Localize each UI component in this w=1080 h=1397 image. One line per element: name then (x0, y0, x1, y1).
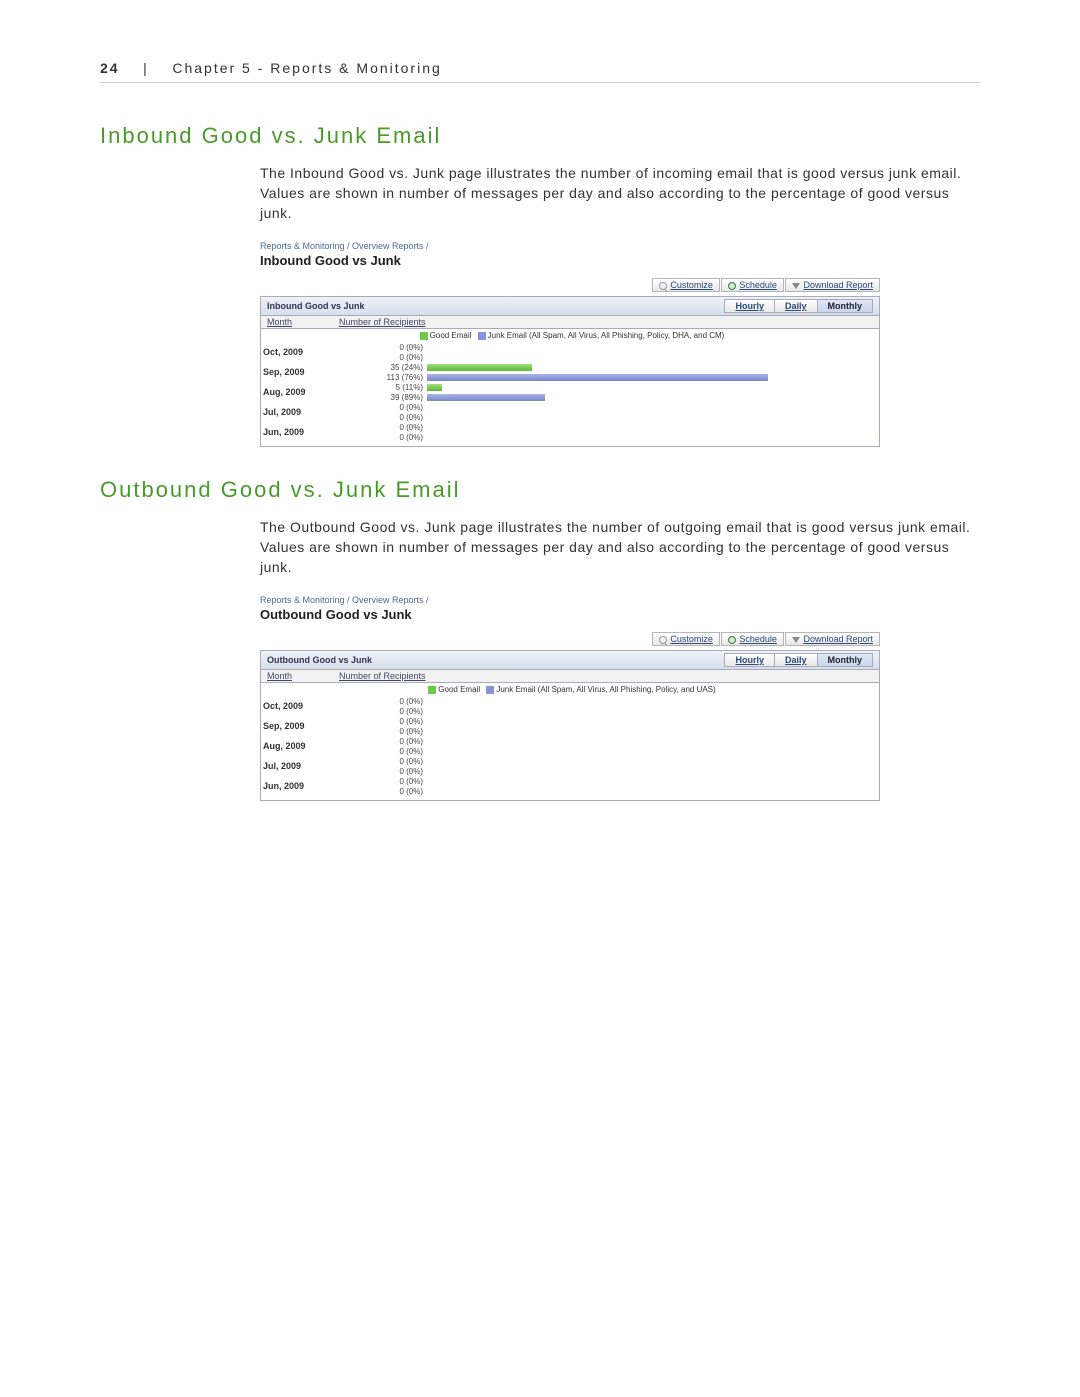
customize-button[interactable]: Customize (652, 632, 720, 646)
page-number: 24 (100, 60, 120, 76)
month-label: Jun, 2009 (261, 781, 333, 791)
good-value: 5 (11%) (333, 383, 427, 392)
legend-good-swatch (428, 686, 436, 694)
outbound-heading: Outbound Good vs. Junk Email (100, 477, 980, 503)
panel-title: Inbound Good vs Junk (267, 301, 365, 311)
customize-label: Customize (670, 280, 713, 290)
clock-icon (728, 636, 736, 644)
col-num[interactable]: Number of Recipients (337, 316, 879, 328)
legend-good-label: Good Email (438, 685, 480, 694)
junk-value: 0 (0%) (333, 747, 427, 756)
chapter-title: Chapter 5 - Reports & Monitoring (172, 60, 441, 76)
chart-legend: Good Email Junk Email (All Spam, All Vir… (260, 329, 880, 342)
month-label: Jul, 2009 (261, 761, 333, 771)
junk-value: 0 (0%) (333, 767, 427, 776)
junk-value: 0 (0%) (333, 413, 427, 422)
good-value: 0 (0%) (333, 423, 427, 432)
legend-junk-swatch (478, 332, 486, 340)
tab-daily[interactable]: Daily (774, 299, 818, 313)
good-value: 0 (0%) (333, 717, 427, 726)
junk-value: 0 (0%) (333, 787, 427, 796)
outbound-report: Reports & Monitoring / Overview Reports … (260, 595, 880, 801)
outbound-report-title: Outbound Good vs Junk (260, 607, 880, 622)
schedule-button[interactable]: Schedule (721, 632, 784, 646)
table-row: Aug, 20090 (0%)0 (0%) (261, 736, 879, 756)
breadcrumb[interactable]: Reports & Monitoring / Overview Reports … (260, 241, 880, 251)
month-label: Sep, 2009 (261, 721, 333, 731)
inbound-report-title: Inbound Good vs Junk (260, 253, 880, 268)
month-label: Jul, 2009 (261, 407, 333, 417)
table-row: Jul, 20090 (0%)0 (0%) (261, 756, 879, 776)
inbound-paragraph: The Inbound Good vs. Junk page illustrat… (260, 163, 980, 223)
tab-daily[interactable]: Daily (774, 653, 818, 667)
junk-value: 0 (0%) (333, 727, 427, 736)
month-label: Jun, 2009 (261, 427, 333, 437)
schedule-label: Schedule (739, 280, 777, 290)
legend-good-label: Good Email (430, 331, 472, 340)
chart-legend: Good Email Junk Email (All Spam, All Vir… (260, 683, 880, 696)
col-month[interactable]: Month (261, 316, 337, 328)
download-label: Download Report (803, 280, 873, 290)
month-label: Aug, 2009 (261, 741, 333, 751)
col-month[interactable]: Month (261, 670, 337, 682)
customize-label: Customize (670, 634, 713, 644)
table-row: Sep, 20090 (0%)0 (0%) (261, 716, 879, 736)
panel-title: Outbound Good vs Junk (267, 655, 372, 665)
table-row: Oct, 20090 (0%)0 (0%) (261, 696, 879, 716)
magnify-icon (659, 636, 667, 644)
table-row: Aug, 20095 (11%)39 (89%) (261, 382, 879, 402)
tab-hourly[interactable]: Hourly (724, 653, 775, 667)
inbound-chart: Oct, 20090 (0%)0 (0%)Sep, 200935 (24%)11… (260, 342, 880, 447)
tab-monthly[interactable]: Monthly (817, 299, 874, 313)
junk-value: 0 (0%) (333, 707, 427, 716)
month-label: Aug, 2009 (261, 387, 333, 397)
table-row: Sep, 200935 (24%)113 (76%) (261, 362, 879, 382)
good-value: 35 (24%) (333, 363, 427, 372)
junk-value: 0 (0%) (333, 433, 427, 442)
table-row: Jun, 20090 (0%)0 (0%) (261, 422, 879, 442)
download-icon (792, 283, 800, 289)
good-value: 0 (0%) (333, 403, 427, 412)
good-value: 0 (0%) (333, 343, 427, 352)
month-label: Oct, 2009 (261, 347, 333, 357)
download-button[interactable]: Download Report (785, 632, 880, 646)
page-header: 24 | Chapter 5 - Reports & Monitoring (100, 60, 980, 83)
magnify-icon (659, 282, 667, 290)
download-icon (792, 637, 800, 643)
legend-junk-swatch (486, 686, 494, 694)
legend-good-swatch (420, 332, 428, 340)
download-label: Download Report (803, 634, 873, 644)
junk-value: 0 (0%) (333, 353, 427, 362)
schedule-label: Schedule (739, 634, 777, 644)
legend-junk-label: Junk Email (All Spam, All Virus, All Phi… (488, 331, 725, 340)
outbound-paragraph: The Outbound Good vs. Junk page illustra… (260, 517, 980, 577)
col-num[interactable]: Number of Recipients (337, 670, 879, 682)
breadcrumb[interactable]: Reports & Monitoring / Overview Reports … (260, 595, 880, 605)
inbound-heading: Inbound Good vs. Junk Email (100, 123, 980, 149)
customize-button[interactable]: Customize (652, 278, 720, 292)
clock-icon (728, 282, 736, 290)
outbound-chart: Oct, 20090 (0%)0 (0%)Sep, 20090 (0%)0 (0… (260, 696, 880, 801)
good-value: 0 (0%) (333, 757, 427, 766)
junk-value: 113 (76%) (333, 373, 427, 382)
good-value: 0 (0%) (333, 737, 427, 746)
download-button[interactable]: Download Report (785, 278, 880, 292)
junk-value: 39 (89%) (333, 393, 427, 402)
month-label: Sep, 2009 (261, 367, 333, 377)
tab-hourly[interactable]: Hourly (724, 299, 775, 313)
table-row: Jul, 20090 (0%)0 (0%) (261, 402, 879, 422)
month-label: Oct, 2009 (261, 701, 333, 711)
good-value: 0 (0%) (333, 697, 427, 706)
tab-monthly[interactable]: Monthly (817, 653, 874, 667)
good-value: 0 (0%) (333, 777, 427, 786)
legend-junk-label: Junk Email (All Spam, All Virus, All Phi… (496, 685, 715, 694)
header-sep: | (143, 60, 149, 76)
table-row: Jun, 20090 (0%)0 (0%) (261, 776, 879, 796)
schedule-button[interactable]: Schedule (721, 278, 784, 292)
inbound-report: Reports & Monitoring / Overview Reports … (260, 241, 880, 447)
table-row: Oct, 20090 (0%)0 (0%) (261, 342, 879, 362)
